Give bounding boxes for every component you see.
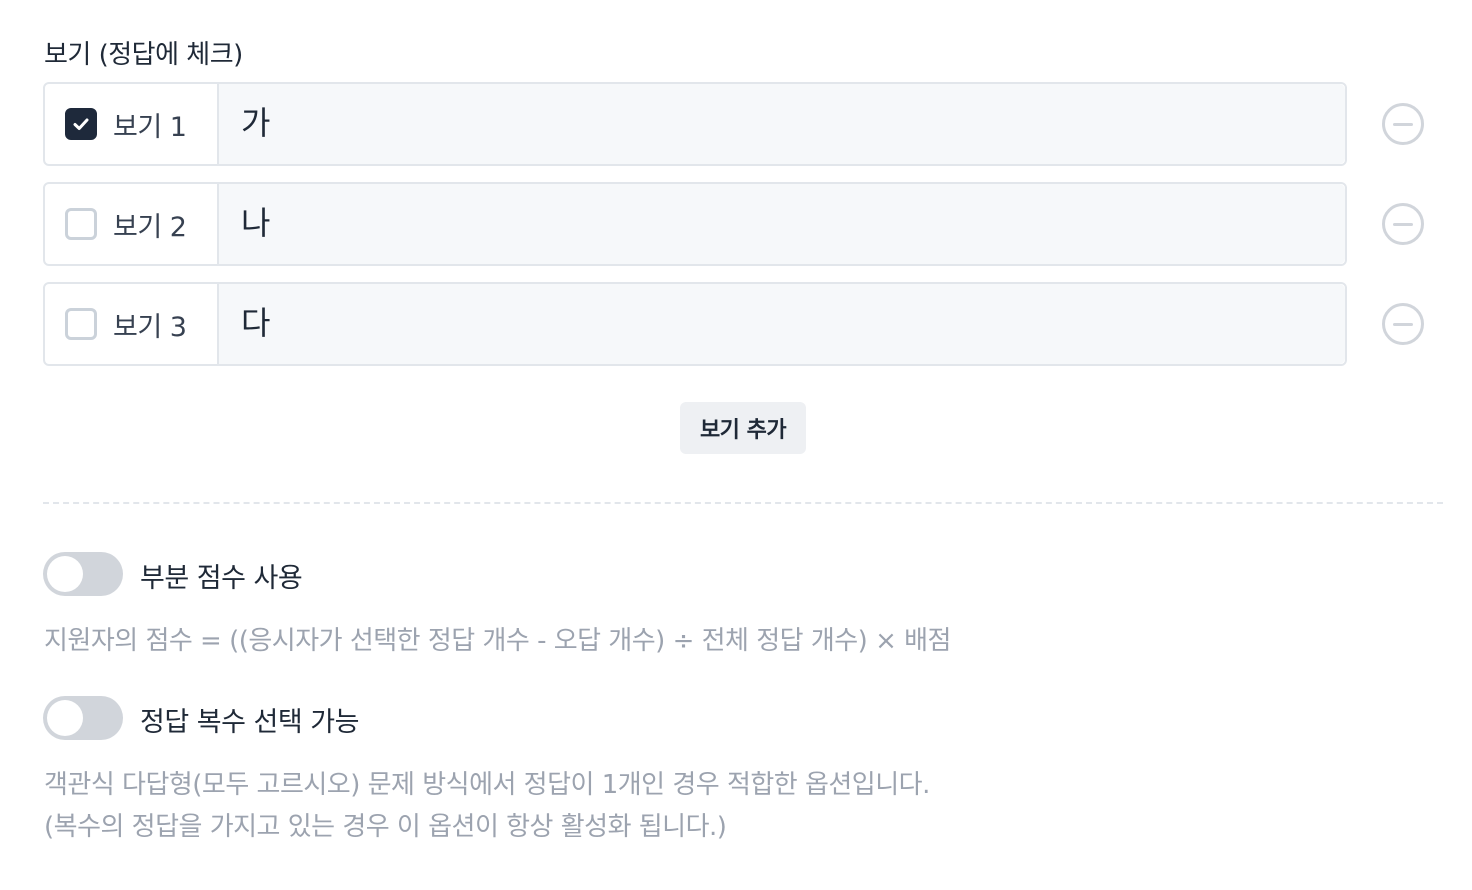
option-2-checkbox[interactable] [65,208,97,240]
option-label-cell: 보기 1 [45,84,219,164]
answer-options-panel: 보기 (정답에 체크) 보기 1 가 보기 2 나 보기 3 다 보기 추가 부… [0,0,1472,890]
minus-circle-icon [1393,222,1413,226]
multi-answer-toggle[interactable] [43,696,123,740]
section-title: 보기 (정답에 체크) [44,40,243,70]
toggle-knob [47,556,83,592]
option-3-input[interactable]: 다 [219,284,1345,364]
option-row: 보기 2 나 [43,182,1347,266]
partial-score-label: 부분 점수 사용 [140,563,303,594]
partial-score-help: 지원자의 점수 = ((응시자가 선택한 정답 개수 - 오답 개수) ÷ 전체… [44,626,951,656]
remove-option-2-button[interactable] [1382,203,1424,245]
option-label-cell: 보기 2 [45,184,219,264]
option-label: 보기 2 [113,211,187,243]
toggle-knob [47,700,83,736]
option-3-checkbox[interactable] [65,308,97,340]
option-1-input[interactable]: 가 [219,84,1345,164]
check-icon [73,118,89,130]
option-row: 보기 1 가 [43,82,1347,166]
partial-score-toggle[interactable] [43,552,123,596]
multi-answer-help-line2: (복수의 정답을 가지고 있는 경우 이 옵션이 항상 활성화 됩니다.) [44,812,727,842]
option-1-checkbox[interactable] [65,108,97,140]
option-label: 보기 1 [113,111,187,143]
minus-circle-icon [1393,122,1413,126]
add-option-button[interactable]: 보기 추가 [680,402,806,454]
remove-option-1-button[interactable] [1382,103,1424,145]
option-label-cell: 보기 3 [45,284,219,364]
minus-circle-icon [1393,322,1413,326]
option-2-input[interactable]: 나 [219,184,1345,264]
remove-option-3-button[interactable] [1382,303,1424,345]
option-label: 보기 3 [113,311,187,343]
multi-answer-help-line1: 객관식 다답형(모두 고르시오) 문제 방식에서 정답이 1개인 경우 적합한 … [44,770,930,800]
divider [43,502,1443,504]
multi-answer-label: 정답 복수 선택 가능 [140,707,359,738]
option-row: 보기 3 다 [43,282,1347,366]
